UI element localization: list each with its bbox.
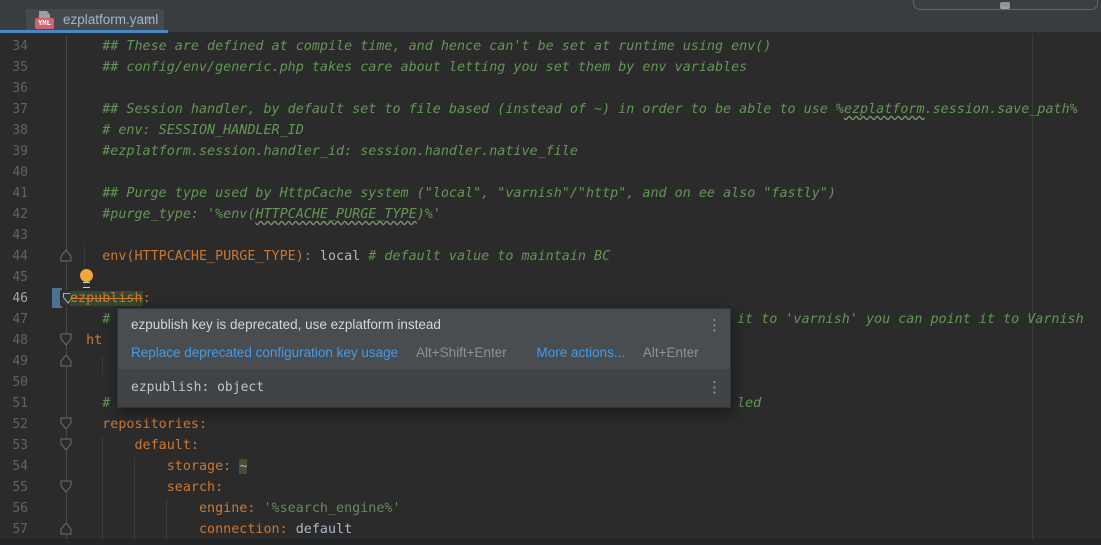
code-token: search: bbox=[70, 480, 223, 495]
quick-fix-link[interactable]: Replace deprecated configuration key usa… bbox=[131, 345, 398, 360]
code-token: default: bbox=[70, 438, 199, 453]
code-line[interactable]: #led bbox=[70, 393, 110, 414]
more-actions-shortcut: Alt+Enter bbox=[643, 345, 699, 360]
line-number: 45 bbox=[0, 267, 28, 288]
code-token: connection: bbox=[70, 522, 296, 537]
code-token: ~ bbox=[239, 459, 247, 474]
code-token: # bbox=[70, 312, 110, 327]
code-token: it to 'varnish' you can point it to Varn… bbox=[737, 309, 1084, 330]
code-token: .session.save_path% bbox=[925, 102, 1078, 117]
code-line[interactable]: ## config/env/generic.php takes care abo… bbox=[70, 57, 747, 78]
code-token: ht bbox=[70, 333, 102, 348]
line-number: 49 bbox=[0, 351, 28, 372]
code-token: ezpublish bbox=[70, 291, 143, 306]
code-token: default bbox=[296, 522, 352, 537]
inspection-message: ezpublish key is deprecated, use ezplatf… bbox=[131, 317, 441, 332]
doc-section: ezpublish: object ⋮ bbox=[118, 371, 730, 407]
code-token: ## Purge type used by HttpCache system (… bbox=[70, 186, 836, 201]
code-token: ## config/env/generic.php takes care abo… bbox=[70, 60, 747, 75]
collapsed-search-box[interactable] bbox=[913, 0, 1098, 10]
line-number: 39 bbox=[0, 141, 28, 162]
code-token: ## Session handler, by default set to fi… bbox=[70, 102, 844, 117]
line-number: 46 bbox=[0, 288, 28, 309]
line-number: 53 bbox=[0, 435, 28, 456]
line-number: 43 bbox=[0, 225, 28, 246]
code-token: HTTPCACHE_PURGE_TYPE bbox=[255, 207, 416, 222]
code-line[interactable]: ht bbox=[70, 330, 102, 351]
line-number: 54 bbox=[0, 456, 28, 477]
line-number: 41 bbox=[0, 183, 28, 204]
code-line[interactable]: env(HTTPCACHE_PURGE_TYPE): local # defau… bbox=[70, 246, 610, 267]
line-number: 44 bbox=[0, 246, 28, 267]
fold-marker-up-icon[interactable] bbox=[60, 354, 72, 367]
code-line[interactable]: default: bbox=[70, 435, 199, 456]
line-number: 57 bbox=[0, 519, 28, 540]
yml-badge: YML bbox=[35, 18, 54, 29]
symbol-signature: ezpublish: object bbox=[131, 380, 264, 395]
code-token: #purge_type: '%env( bbox=[70, 207, 255, 222]
code-token: # bbox=[70, 396, 110, 411]
code-line[interactable]: ## Session handler, by default set to fi… bbox=[70, 99, 1078, 120]
code-token: env(HTTPCACHE_PURGE_TYPE): bbox=[70, 249, 312, 264]
line-number: 50 bbox=[0, 372, 28, 393]
line-number: 56 bbox=[0, 498, 28, 519]
tab-title: ezplatform.yaml bbox=[63, 12, 158, 27]
fold-connector-line bbox=[66, 36, 67, 539]
inspection-menu-icon[interactable]: ⋮ bbox=[707, 316, 722, 334]
line-number: 52 bbox=[0, 414, 28, 435]
code-line[interactable]: search: bbox=[70, 477, 223, 498]
code-token: '%search_engine%' bbox=[263, 501, 400, 516]
inspection-actions: Replace deprecated configuration key usa… bbox=[131, 345, 699, 360]
tab-close-icon[interactable]: × bbox=[145, 13, 153, 28]
line-number: 36 bbox=[0, 78, 28, 99]
bottom-edge bbox=[0, 539, 1101, 545]
yaml-file-icon: YML bbox=[35, 11, 54, 30]
inspection-popup-top: ezpublish key is deprecated, use ezplatf… bbox=[118, 309, 730, 370]
line-number: 35 bbox=[0, 57, 28, 78]
code-line[interactable]: ezpublish: bbox=[70, 288, 151, 309]
code-token: #ezplatform.session.handler_id: session.… bbox=[70, 144, 578, 159]
code-token: )%' bbox=[417, 207, 441, 222]
code-token: ## These are defined at compile time, an… bbox=[70, 39, 771, 54]
code-line[interactable]: #it to 'varnish' you can point it to Var… bbox=[70, 309, 110, 330]
line-number: 37 bbox=[0, 99, 28, 120]
line-number: 38 bbox=[0, 120, 28, 141]
line-number: 55 bbox=[0, 477, 28, 498]
intention-bulb-icon[interactable] bbox=[80, 269, 93, 282]
code-token: repositories: bbox=[70, 417, 207, 432]
code-token: # env: SESSION_HANDLER_ID bbox=[70, 123, 304, 138]
code-line[interactable]: connection: default bbox=[70, 519, 352, 540]
code-token: storage: bbox=[70, 459, 239, 474]
doc-menu-icon[interactable]: ⋮ bbox=[707, 378, 722, 396]
code-token: # default value to maintain BC bbox=[368, 249, 610, 264]
active-tab-indicator bbox=[0, 30, 168, 33]
indent-guide bbox=[102, 356, 103, 375]
tab-bar: YML ezplatform.yaml × bbox=[0, 0, 1101, 33]
line-number: 34 bbox=[0, 36, 28, 57]
code-token: local bbox=[312, 249, 368, 264]
line-number: 42 bbox=[0, 204, 28, 225]
quick-fix-shortcut: Alt+Shift+Enter bbox=[416, 345, 507, 360]
line-number: 47 bbox=[0, 309, 28, 330]
line-number: 40 bbox=[0, 162, 28, 183]
code-line[interactable]: # env: SESSION_HANDLER_ID bbox=[70, 120, 304, 141]
code-line[interactable]: ## These are defined at compile time, an… bbox=[70, 36, 771, 57]
code-token: led bbox=[737, 393, 761, 414]
code-line[interactable]: #ezplatform.session.handler_id: session.… bbox=[70, 141, 578, 162]
search-box-icon bbox=[1000, 2, 1010, 9]
line-number: 48 bbox=[0, 330, 28, 351]
more-actions-link[interactable]: More actions... bbox=[537, 345, 626, 360]
code-line[interactable]: #purge_type: '%env(HTTPCACHE_PURGE_TYPE)… bbox=[70, 204, 441, 225]
code-line[interactable]: repositories: bbox=[70, 414, 207, 435]
inspection-popup: ezpublish key is deprecated, use ezplatf… bbox=[117, 308, 731, 408]
code-line[interactable]: engine: '%search_engine%' bbox=[70, 498, 401, 519]
code-line[interactable]: ## Purge type used by HttpCache system (… bbox=[70, 183, 836, 204]
code-token: engine: bbox=[70, 501, 263, 516]
code-line[interactable]: storage: ~ bbox=[70, 456, 247, 477]
code-token: : bbox=[143, 291, 151, 306]
line-number: 51 bbox=[0, 393, 28, 414]
code-token: ezplatform bbox=[844, 102, 925, 117]
